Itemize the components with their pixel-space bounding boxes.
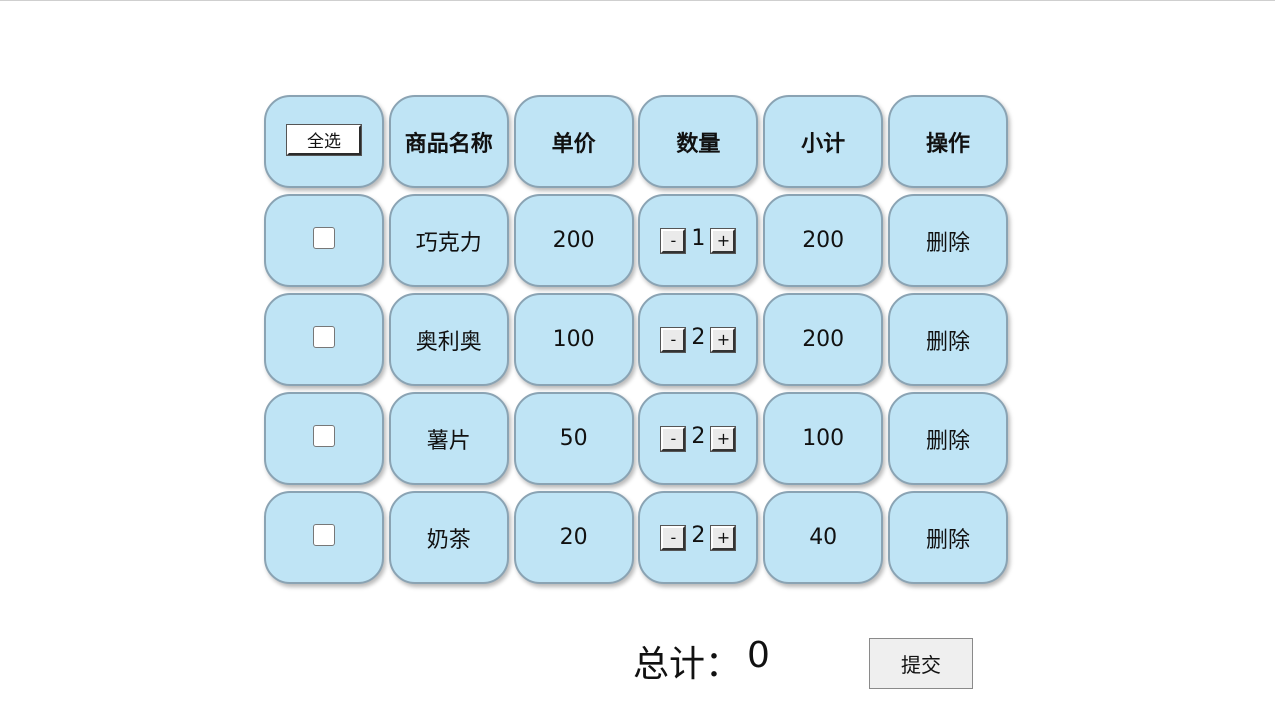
decrease-button[interactable]: - — [660, 227, 687, 254]
delete-button[interactable]: 删除 — [887, 194, 1008, 287]
quantity-cell: - 2 + — [638, 392, 759, 485]
header-subtotal: 小计 — [763, 95, 884, 188]
row-select-cell — [264, 491, 384, 584]
increase-button[interactable]: + — [710, 524, 737, 551]
quantity-stepper: - 2 + — [660, 424, 737, 452]
delete-button[interactable]: 删除 — [887, 293, 1008, 386]
header-product-name: 商品名称 — [388, 95, 509, 188]
unit-price: 20 — [513, 491, 634, 584]
decrease-button[interactable]: - — [660, 326, 687, 353]
product-name: 薯片 — [388, 392, 509, 485]
quantity-stepper: - 2 + — [660, 325, 737, 353]
product-name: 奶茶 — [388, 491, 509, 584]
header-quantity: 数量 — [638, 95, 759, 188]
unit-price: 200 — [513, 194, 634, 287]
quantity-value: 2 — [691, 523, 706, 548]
decrease-button[interactable]: - — [660, 524, 687, 551]
quantity-value: 2 — [691, 424, 706, 449]
product-name: 巧克力 — [388, 194, 509, 287]
quantity-value: 2 — [691, 325, 706, 350]
header-select-all-cell: 全选 — [264, 95, 384, 188]
total-label: 总计： — [633, 644, 742, 685]
quantity-value: 1 — [691, 226, 706, 251]
unit-price: 100 — [513, 293, 634, 386]
quantity-cell: - 1 + — [638, 194, 759, 287]
decrease-button[interactable]: - — [660, 425, 687, 452]
increase-button[interactable]: + — [710, 326, 737, 353]
quantity-stepper: - 1 + — [660, 226, 737, 254]
row-checkbox[interactable] — [313, 523, 335, 546]
row-select-cell — [264, 194, 384, 287]
increase-button[interactable]: + — [710, 227, 737, 254]
quantity-cell: - 2 + — [638, 293, 759, 386]
subtotal: 40 — [763, 491, 884, 584]
quantity-cell: - 2 + — [638, 491, 759, 584]
row-checkbox[interactable] — [313, 424, 335, 447]
subtotal: 200 — [763, 194, 884, 287]
submit-button[interactable]: 提交 — [869, 638, 973, 689]
subtotal: 100 — [763, 392, 884, 485]
increase-button[interactable]: + — [710, 425, 737, 452]
row-select-cell — [264, 293, 384, 386]
total-value: 0 — [747, 635, 770, 676]
select-all-button[interactable]: 全选 — [286, 123, 362, 156]
unit-price: 50 — [513, 392, 634, 485]
quantity-stepper: - 2 + — [660, 523, 737, 551]
cart-table: 全选 商品名称 单价 数量 小计 操作 巧克力 200 - 1 + 200 删除… — [264, 95, 1008, 584]
header-action: 操作 — [887, 95, 1008, 188]
row-checkbox[interactable] — [313, 325, 335, 348]
delete-button[interactable]: 删除 — [887, 392, 1008, 485]
row-checkbox[interactable] — [313, 226, 335, 249]
subtotal: 200 — [763, 293, 884, 386]
row-select-cell — [264, 392, 384, 485]
header-unit-price: 单价 — [513, 95, 634, 188]
product-name: 奥利奥 — [388, 293, 509, 386]
delete-button[interactable]: 删除 — [887, 491, 1008, 584]
